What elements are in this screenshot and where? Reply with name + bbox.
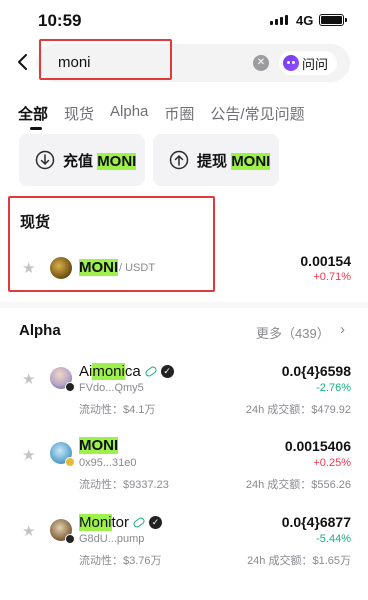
token-price: 0.0{4}6877 [281,514,351,530]
token-address: FVdo...Qmy5 [79,382,144,394]
token-liquidity: 流动性：$3.76万 [79,555,162,567]
tab-all[interactable]: 全部 [18,103,48,124]
favorite-star-icon[interactable]: ★ [22,522,35,540]
token-volume: 24h 成交额：$556.26 [245,479,351,491]
moni-coin-icon [50,257,72,279]
pill-icon [143,365,158,378]
token-price: 0.0015406 [284,438,351,454]
token-price: 0.0{4}6598 [281,363,351,379]
token-change: +0.25% [313,457,351,469]
verified-icon: ✓ [149,516,163,529]
active-tab-indicator [30,127,42,130]
ask-ai-button[interactable]: 问问 [279,51,337,75]
clear-icon[interactable]: ✕ [253,55,269,71]
token-avatar [50,367,75,392]
token-avatar [50,442,75,467]
section-divider [0,302,368,308]
more-link[interactable]: 更多（439） [256,323,330,342]
spot-symbol: MONI [79,259,119,276]
status-bar: 10:59 4G [0,0,368,40]
clock: 10:59 [38,11,82,30]
category-tabs: 全部 现货 Alpha 币圈 公告/常见问题 [18,103,305,124]
spot-change: +0.71% [313,271,351,283]
ai-bot-icon [283,55,299,71]
tab-crypto-circle[interactable]: 币圈 [164,103,194,124]
token-change: -2.76% [316,382,351,394]
spot-section-title: 现货 [20,214,51,231]
deposit-icon [35,150,55,170]
favorite-star-icon[interactable]: ★ [22,446,35,464]
ask-ai-label: 问问 [302,56,329,72]
token-address: 0x95...31e0 [79,457,137,469]
tab-alpha[interactable]: Alpha [110,103,148,124]
favorite-star-icon[interactable]: ★ [22,259,35,277]
chevron-right-icon[interactable]: › [340,321,345,338]
token-address: G8dU...pump [79,533,145,545]
pill-icon [132,516,146,529]
tab-announcements[interactable]: 公告/常见问题 [210,103,304,124]
token-name: Monitor ✓ [79,514,163,531]
token-liquidity: 流动性：$4.1万 [79,404,156,416]
token-name: Aimonica ✓ [79,363,174,380]
withdraw-label: 提现 MONI [197,152,271,170]
network-type: 4G [296,13,314,28]
token-avatar [50,519,75,544]
token-change: -5.44% [316,533,351,545]
spot-pair: / USDT [119,262,156,274]
signal-icon [270,15,288,25]
withdraw-icon [169,150,189,170]
deposit-button[interactable]: 充值 MONI [19,134,145,186]
token-volume: 24h 成交额：$1.65万 [247,555,351,567]
battery-icon [319,14,347,26]
verified-icon: ✓ [160,365,174,378]
alpha-section-title: Alpha [19,322,61,339]
search-input[interactable]: moni [58,54,91,71]
token-volume: 24h 成交额：$479.92 [245,404,351,416]
withdraw-button[interactable]: 提现 MONI [153,134,279,186]
favorite-star-icon[interactable]: ★ [22,370,35,388]
spot-price: 0.00154 [300,253,351,269]
tab-spot[interactable]: 现货 [64,103,94,124]
back-arrow-icon[interactable] [16,52,30,72]
deposit-label: 充值 MONI [63,152,137,170]
token-liquidity: 流动性：$9337.23 [79,479,169,491]
token-name: MONI [79,437,119,454]
